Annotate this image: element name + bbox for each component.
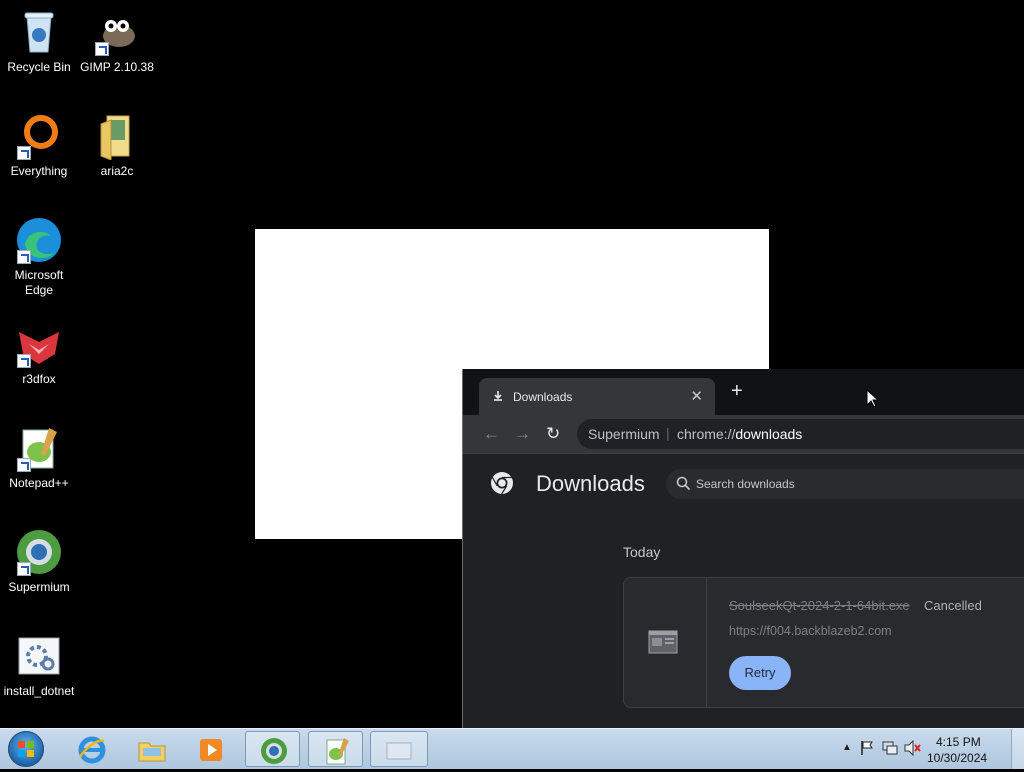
shortcut-arrow-icon <box>95 42 109 56</box>
gimp-icon <box>93 8 141 56</box>
desktop-icon-everything[interactable]: Everything <box>0 112 78 179</box>
system-tray: ▲ 4:15 PM 10/30/2024 <box>834 729 1024 769</box>
desktop-icon-label: r3dfox <box>22 372 56 386</box>
folder-icon <box>93 112 141 161</box>
notepad-plus-plus-icon <box>326 738 349 765</box>
tab-title: Downloads <box>513 390 573 404</box>
desktop-icon-notepad-plus-plus[interactable]: Notepad++ <box>0 424 78 491</box>
search-placeholder: Search downloads <box>696 477 795 491</box>
desktop-icon-label: Microsoft Edge <box>14 268 64 297</box>
clock-time[interactable]: 4:15 PM <box>936 735 981 749</box>
downloads-page: Downloads Search downloads Today Soulsee… <box>463 453 1024 728</box>
desktop-icon-r3dfox[interactable]: r3dfox <box>0 320 78 387</box>
notepad-plus-plus-icon <box>15 424 63 472</box>
browser-window: Downloads ✕ + ← → ↻ Supermium | chrome:/… <box>462 369 1024 728</box>
download-item: SoulseekQt-2024-2-1-64bit.exe Cancelled … <box>623 577 1024 708</box>
file-icon <box>648 630 678 659</box>
action-center-flag-icon[interactable] <box>860 740 874 761</box>
date-group-label: Today <box>623 544 661 560</box>
start-button[interactable] <box>8 731 44 767</box>
mouse-cursor-icon <box>866 388 880 413</box>
desktop-icon-label: aria2c <box>100 164 134 178</box>
download-icon <box>492 390 504 405</box>
everything-icon <box>15 112 63 160</box>
taskbar-internet-explorer[interactable] <box>64 731 119 767</box>
windows-logo-icon <box>18 741 34 757</box>
file-icon-cell <box>624 578 707 707</box>
address-path: downloads <box>735 426 803 442</box>
recycle-bin-icon <box>15 8 63 56</box>
desktop-icon-label: Supermium <box>8 580 70 594</box>
tab-downloads[interactable]: Downloads ✕ <box>479 378 715 415</box>
taskbar: ▲ 4:15 PM 10/30/2024 <box>0 728 1024 769</box>
desktop-icon-label: Recycle Bin <box>7 60 71 74</box>
taskbar-file-explorer[interactable] <box>124 731 179 767</box>
settings-script-icon <box>15 632 63 680</box>
forward-button[interactable]: → <box>514 424 531 444</box>
shortcut-arrow-icon <box>17 354 31 368</box>
taskbar-blank-window[interactable] <box>370 731 428 767</box>
page-title: Downloads <box>536 471 645 496</box>
chromium-logo-icon <box>490 471 514 495</box>
volume-muted-icon[interactable] <box>904 739 922 761</box>
download-status: Cancelled <box>924 598 982 613</box>
clock-date[interactable]: 10/30/2024 <box>927 751 987 765</box>
desktop-icon-supermium[interactable]: Supermium <box>0 528 78 595</box>
shortcut-arrow-icon <box>17 562 31 576</box>
tab-close-icon[interactable]: ✕ <box>690 387 703 405</box>
shortcut-arrow-icon <box>17 458 31 472</box>
desktop-icon-label: GIMP 2.10.38 <box>80 60 154 74</box>
retry-button[interactable]: Retry <box>729 656 791 690</box>
address-scheme: chrome:// <box>677 426 736 442</box>
back-button[interactable]: ← <box>483 424 500 444</box>
show-desktop-button[interactable] <box>1011 729 1024 769</box>
shortcut-arrow-icon <box>17 250 31 264</box>
tab-strip: Downloads ✕ + <box>463 369 1024 415</box>
shortcut-arrow-icon <box>17 146 31 160</box>
desktop-icon-label: Notepad++ <box>9 476 69 490</box>
taskbar-media-player[interactable] <box>184 731 239 767</box>
media-player-icon <box>200 739 222 761</box>
desktop-icon-recycle-bin[interactable]: Recycle Bin <box>0 8 78 75</box>
desktop-icon-gimp[interactable]: GIMP 2.10.38 <box>78 8 156 75</box>
desktop-icon-aria2c[interactable]: aria2c <box>78 112 156 179</box>
address-separator: | <box>666 425 670 441</box>
taskbar-notepad-plus-plus[interactable] <box>308 731 363 767</box>
taskbar-supermium[interactable] <box>245 731 300 767</box>
address-site-chip: Supermium <box>588 426 660 442</box>
reload-button[interactable]: ↻ <box>546 424 560 444</box>
desktop-icon-label: Everything <box>10 164 68 178</box>
internet-explorer-icon <box>78 736 106 764</box>
new-tab-button[interactable]: + <box>731 381 743 401</box>
address-url: chrome://downloads <box>677 426 802 442</box>
download-source-url[interactable]: https://f004.backblazeb2.com <box>729 624 892 638</box>
show-hidden-icons-button[interactable]: ▲ <box>842 742 852 753</box>
desktop-icon-label: install_dotnet <box>3 684 75 698</box>
desktop-icon-install-dotnet[interactable]: install_dotnet <box>0 632 78 699</box>
supermium-icon <box>261 738 287 764</box>
r3dfox-icon <box>15 320 63 368</box>
desktop-icon-microsoft-edge[interactable]: Microsoft Edge <box>0 216 78 298</box>
download-file-name[interactable]: SoulseekQt-2024-2-1-64bit.exe <box>729 598 910 613</box>
toolbar: ← → ↻ Supermium | chrome://downloads <box>463 415 1024 453</box>
edge-icon <box>15 216 63 264</box>
network-icon[interactable] <box>882 740 898 761</box>
supermium-icon <box>15 528 63 576</box>
window-icon <box>386 742 412 760</box>
page-header: Downloads Search downloads <box>463 454 1024 511</box>
address-bar[interactable]: Supermium | chrome://downloads <box>577 419 1024 449</box>
file-explorer-icon <box>138 742 166 762</box>
search-icon <box>676 476 691 496</box>
search-downloads-input[interactable]: Search downloads <box>666 469 1024 499</box>
